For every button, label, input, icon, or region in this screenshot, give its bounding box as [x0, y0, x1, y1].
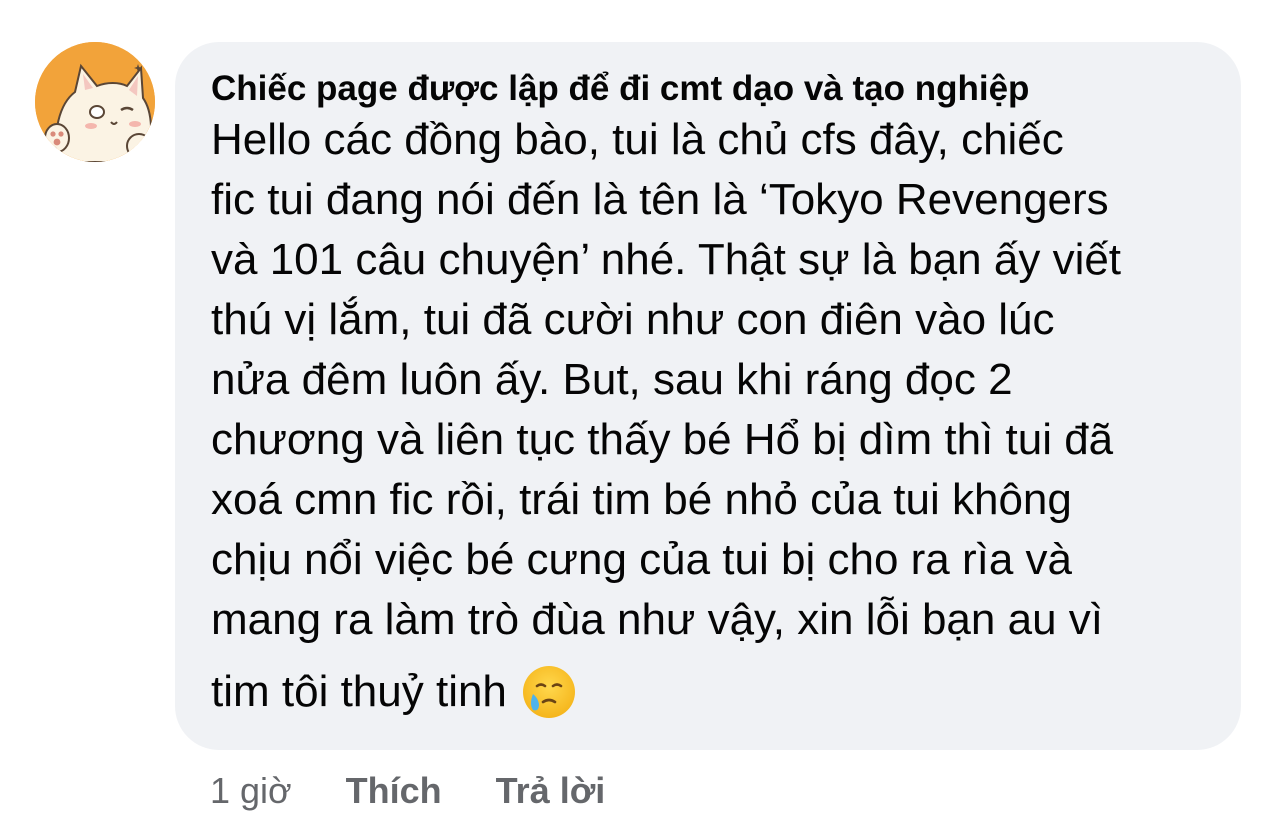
comment-line: chịu nổi việc bé cưng của tui bị cho ra … — [211, 535, 1073, 584]
comment-line: nửa đêm luôn ấy. But, sau khi ráng đọc 2 — [211, 355, 1013, 404]
comment-last-line: tim tôi thuỷ tinh — [211, 662, 1221, 722]
comment-line: fic tui đang nói đến là tên là ‘Tokyo Re… — [211, 175, 1109, 224]
reply-button[interactable]: Trả lời — [496, 770, 606, 812]
comment-line: xoá cmn fic rồi, trái tim bé nhỏ của tui… — [211, 475, 1072, 524]
comment-text: Hello các đồng bào, tui là chủ cfs đây, … — [211, 110, 1221, 722]
comment-line: chương và liên tục thấy bé Hổ bị dìm thì… — [211, 415, 1114, 464]
comment-line: tim tôi thuỷ tinh — [211, 667, 507, 716]
face-holding-back-tears-icon — [522, 666, 575, 718]
comment-actions: 1 giờ Thích Trả lời — [210, 768, 659, 814]
comment-line: và 101 câu chuyện’ nhé. Thật sự là bạn ấ… — [211, 235, 1122, 284]
comment-author[interactable]: Chiếc page được lập để đi cmt dạo và tạo… — [211, 68, 1221, 110]
comment-timestamp[interactable]: 1 giờ — [210, 770, 292, 812]
avatar[interactable] — [35, 42, 155, 162]
like-button[interactable]: Thích — [346, 770, 442, 812]
comment-row: Chiếc page được lập để đi cmt dạo và tạo… — [0, 0, 1282, 836]
comment-line: thú vị lắm, tui đã cười như con điên vào… — [211, 295, 1055, 344]
comment-line: mang ra làm trò đùa như vậy, xin lỗi bạn… — [211, 595, 1103, 644]
cat-avatar-icon — [35, 42, 155, 162]
comment-bubble: Chiếc page được lập để đi cmt dạo và tạo… — [175, 42, 1241, 750]
comment-line: Hello các đồng bào, tui là chủ cfs đây, … — [211, 115, 1064, 164]
